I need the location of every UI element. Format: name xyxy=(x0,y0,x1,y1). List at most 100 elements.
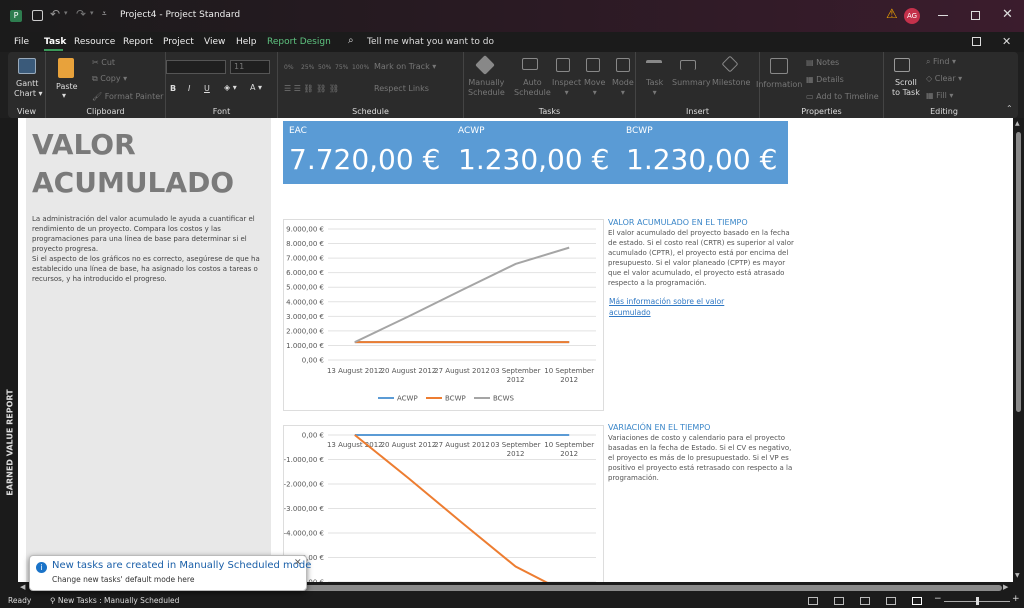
vertical-scrollbar[interactable]: ▲ ▼ xyxy=(1013,118,1024,594)
paste-dropdown-icon[interactable]: ▾ xyxy=(62,91,66,100)
font-color-icon[interactable]: A ▾ xyxy=(250,83,262,92)
title-separator: - xyxy=(159,10,163,20)
info-icon: i xyxy=(36,562,47,573)
move-button[interactable]: Move ▾ xyxy=(584,78,605,98)
scroll-up-arrow[interactable]: ▲ xyxy=(1015,120,1020,127)
close-button[interactable]: ✕ xyxy=(1002,7,1013,22)
indent-icons[interactable]: ☰ ☰ ⛓ ⛓ ⛓ xyxy=(284,84,339,93)
scroll-left-arrow[interactable]: ◀ xyxy=(20,583,25,591)
fill-button[interactable]: ▦ Fill ▾ xyxy=(926,91,953,100)
mark-on-track-button[interactable]: Mark on Track ▾ xyxy=(374,62,436,71)
series-line-bcws xyxy=(354,246,570,343)
warning-icon[interactable]: ⚠ xyxy=(886,7,898,22)
pct-25-button[interactable]: 25% xyxy=(301,64,314,71)
project-name: Project4 xyxy=(120,10,157,20)
bold-button[interactable]: B xyxy=(170,84,176,93)
menu-resource[interactable]: Resource xyxy=(74,37,115,47)
legend-label: ACWP xyxy=(397,395,418,403)
menu-help[interactable]: Help xyxy=(236,37,257,47)
undo-icon[interactable]: ↶ xyxy=(50,7,60,21)
copy-button[interactable]: ⧉ Copy ▾ xyxy=(92,74,127,84)
redo-icon[interactable]: ↷ xyxy=(76,7,86,21)
zoom-out-icon[interactable]: − xyxy=(934,594,942,604)
task-insert-button[interactable]: Task ▾ xyxy=(646,78,663,98)
vertical-scroll-thumb[interactable] xyxy=(1016,132,1021,412)
search-icon[interactable]: ⌕ xyxy=(348,35,354,46)
pct-50-button[interactable]: 50% xyxy=(318,64,331,71)
y-tick-label: -3.000,00 € xyxy=(284,505,324,513)
pct-100-button[interactable]: 100% xyxy=(352,64,369,71)
find-button[interactable]: ⌕ Find ▾ xyxy=(926,57,956,67)
menu-task[interactable]: Task xyxy=(44,37,66,47)
menu-task-underline xyxy=(44,49,63,51)
notes-button[interactable]: ▤ Notes xyxy=(806,58,839,67)
tell-me-search[interactable]: Tell me what you want to do xyxy=(367,37,494,47)
save-icon[interactable] xyxy=(32,10,43,21)
gantt-view-icon[interactable] xyxy=(808,597,818,605)
task-usage-view-icon[interactable] xyxy=(834,597,844,605)
customize-toolbar-icon[interactable]: ⩡ xyxy=(102,9,107,19)
legend-label: BCWP xyxy=(445,395,466,403)
menu-report[interactable]: Report xyxy=(123,37,153,47)
zoom-in-icon[interactable]: + xyxy=(1012,594,1020,604)
format-painter-button[interactable]: 🖌 Format Painter xyxy=(92,92,163,101)
cut-button[interactable]: ✂ Cut xyxy=(92,58,115,67)
details-button[interactable]: ▦ Details xyxy=(806,75,844,84)
x-tick-label: 20 August 2012 xyxy=(381,367,437,375)
minimize-button[interactable] xyxy=(938,15,948,16)
user-avatar[interactable]: AG xyxy=(904,8,920,24)
x-tick-label: 20 August 2012 xyxy=(381,441,437,449)
ribbon-display-icon[interactable] xyxy=(972,37,981,46)
add-to-timeline-button[interactable]: ▭ Add to Timeline xyxy=(806,92,879,101)
scroll-to-task-icon xyxy=(894,58,910,72)
scroll-down-arrow[interactable]: ▼ xyxy=(1015,572,1020,579)
undo-dropdown-icon[interactable]: ▾ xyxy=(64,9,68,17)
report-view-icon[interactable] xyxy=(912,597,922,605)
x-tick-label: 27 August 2012 xyxy=(434,367,490,375)
restore-button[interactable] xyxy=(971,11,980,20)
inspect-button[interactable]: Inspect ▾ xyxy=(552,78,581,98)
zoom-slider-thumb[interactable] xyxy=(976,597,979,605)
clear-button[interactable]: ◇ Clear ▾ xyxy=(926,74,962,83)
team-planner-view-icon[interactable] xyxy=(860,597,870,605)
toast-close-icon[interactable]: ✕ xyxy=(294,558,302,568)
x-tick-label: 13 August 2012 xyxy=(327,367,383,375)
scroll-right-arrow[interactable]: ▶ xyxy=(1003,583,1008,591)
italic-button[interactable]: I xyxy=(188,84,190,93)
milestone-button[interactable]: Milestone xyxy=(712,78,750,87)
menu-file[interactable]: File xyxy=(14,37,29,47)
y-tick-label: 2.000,00 € xyxy=(286,327,324,335)
paste-button[interactable]: Paste xyxy=(56,82,78,91)
gantt-chart-icon xyxy=(18,58,36,74)
doc-close-icon[interactable]: ✕ xyxy=(1002,35,1011,48)
redo-dropdown-icon[interactable]: ▾ xyxy=(90,9,94,17)
font-name-select[interactable] xyxy=(166,60,226,74)
kpi-acwp-value: 1.230,00 € xyxy=(458,143,610,176)
fill-color-icon[interactable]: ◈ ▾ xyxy=(224,83,237,92)
manually-schedule-button[interactable]: Manually Schedule xyxy=(468,78,505,98)
auto-schedule-button[interactable]: Auto Schedule xyxy=(514,78,551,98)
summary-button[interactable]: Summary xyxy=(672,78,711,87)
menu-view[interactable]: View xyxy=(204,37,225,47)
collapse-ribbon-icon[interactable]: ⌃ xyxy=(1006,104,1013,113)
underline-button[interactable]: U xyxy=(204,84,210,93)
pct-75-button[interactable]: 75% xyxy=(335,64,348,71)
menu-project[interactable]: Project xyxy=(163,37,194,47)
respect-links-button[interactable]: Respect Links xyxy=(374,84,429,93)
resource-sheet-view-icon[interactable] xyxy=(886,597,896,605)
earned-value-chart-frame[interactable]: 0,00 € 1.000,00 € 2.000,00 € 3.000,00 € 4.00… xyxy=(283,219,604,411)
font-size-select[interactable]: 11 xyxy=(230,60,270,74)
summary-icon xyxy=(680,60,696,70)
information-button[interactable]: Information xyxy=(756,80,802,89)
pct-0-button[interactable]: 0% xyxy=(284,64,294,71)
more-info-link[interactable]: Más información sobre el valor acumulado xyxy=(609,296,739,318)
mode-button[interactable]: Mode ▾ xyxy=(612,78,634,98)
menu-report-design[interactable]: Report Design xyxy=(267,37,331,47)
gantt-label[interactable]: Gantt xyxy=(16,79,38,88)
toast-body-link[interactable]: Change new tasks' default mode here xyxy=(52,575,194,584)
notification-toast[interactable]: i New tasks are created in Manually Sche… xyxy=(29,555,311,591)
variance-chart-frame[interactable]: 0,00 € -1.000,00 € -2.000,00 € -3.000,00 € -… xyxy=(283,425,604,582)
new-tasks-mode[interactable]: ⚲ New Tasks : Manually Scheduled xyxy=(50,596,179,605)
chart-label[interactable]: Chart ▾ xyxy=(14,89,43,98)
scroll-to-task-button[interactable]: Scroll to Task xyxy=(892,78,920,98)
